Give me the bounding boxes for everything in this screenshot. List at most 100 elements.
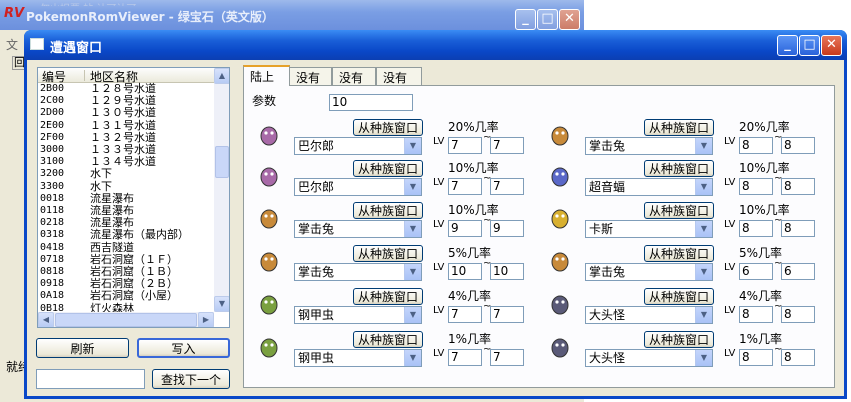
- species-window-button[interactable]: 从种族窗口: [644, 331, 714, 348]
- param-input[interactable]: 10: [329, 94, 413, 111]
- refresh-button[interactable]: 刷新: [36, 338, 129, 358]
- tab-none-1[interactable]: 没有: [289, 67, 332, 85]
- min-level-input[interactable]: 9: [448, 220, 482, 237]
- chevron-down-icon[interactable]: ▼: [404, 350, 421, 366]
- list-item[interactable]: 3200 水下: [38, 168, 216, 180]
- chevron-down-icon[interactable]: ▼: [404, 307, 421, 323]
- max-level-input[interactable]: 8: [781, 220, 815, 237]
- min-level-input[interactable]: 8: [739, 306, 773, 323]
- max-level-input[interactable]: 9: [490, 220, 524, 237]
- chevron-down-icon[interactable]: ▼: [695, 179, 712, 195]
- minimize-button[interactable]: _: [515, 9, 536, 30]
- list-item[interactable]: 0418 西吉隧道: [38, 241, 216, 254]
- list-item[interactable]: 0A18 岩石洞窟（小屋）: [38, 290, 216, 302]
- list-item[interactable]: 3300 水下: [38, 180, 216, 193]
- search-input[interactable]: [36, 369, 145, 389]
- close-button[interactable]: ✕: [559, 9, 580, 30]
- list-item[interactable]: 0318 流星瀑布（最内部）: [38, 229, 216, 241]
- pokemon-select[interactable]: 钢甲虫 ▼: [294, 349, 422, 367]
- dialog-maximize-button[interactable]: □: [799, 35, 820, 56]
- max-level-input[interactable]: 7: [490, 137, 524, 154]
- list-item[interactable]: 0718 岩石洞窟（１Ｆ）: [38, 253, 216, 266]
- species-window-button[interactable]: 从种族窗口: [644, 245, 714, 262]
- chevron-down-icon[interactable]: ▼: [695, 138, 712, 154]
- tab-none-3[interactable]: 没有: [376, 67, 422, 85]
- pokemon-select[interactable]: 巴尔郎 ▼: [294, 178, 422, 196]
- lv-label: LV: [433, 136, 445, 147]
- max-level-input[interactable]: 8: [781, 137, 815, 154]
- min-level-input[interactable]: 10: [448, 263, 482, 280]
- species-window-button[interactable]: 从种族窗口: [353, 160, 423, 177]
- list-item[interactable]: 0018 流星瀑布: [38, 192, 216, 205]
- chevron-down-icon[interactable]: ▼: [404, 264, 421, 280]
- list-item-id: 3000: [40, 144, 65, 155]
- min-level-input[interactable]: 8: [739, 137, 773, 154]
- list-item[interactable]: 2F00 １３２号水道: [38, 131, 216, 144]
- dialog-titlebar[interactable]: 遭遇窗口 _ □ ✕: [24, 30, 847, 60]
- species-window-button[interactable]: 从种族窗口: [353, 245, 423, 262]
- pokemon-select[interactable]: 钢甲虫 ▼: [294, 306, 422, 324]
- scroll-right-button[interactable]: ▶: [198, 312, 214, 327]
- dialog-close-button[interactable]: ✕: [821, 35, 842, 56]
- list-horizontal-scrollbar[interactable]: ◀ ▶: [38, 312, 214, 327]
- min-level-input[interactable]: 7: [448, 306, 482, 323]
- chevron-down-icon[interactable]: ▼: [695, 264, 712, 280]
- species-window-button[interactable]: 从种族窗口: [644, 160, 714, 177]
- chevron-down-icon[interactable]: ▼: [404, 179, 421, 195]
- chevron-down-icon[interactable]: ▼: [695, 350, 712, 366]
- species-window-button[interactable]: 从种族窗口: [353, 331, 423, 348]
- chevron-down-icon[interactable]: ▼: [695, 221, 712, 237]
- species-window-button[interactable]: 从种族窗口: [353, 288, 423, 305]
- min-level-input[interactable]: 7: [448, 349, 482, 366]
- scroll-left-button[interactable]: ◀: [38, 312, 54, 327]
- header-divider: [84, 70, 85, 81]
- chevron-down-icon[interactable]: ▼: [404, 138, 421, 154]
- scroll-down-button[interactable]: ▼: [214, 296, 229, 312]
- max-level-input[interactable]: 7: [490, 349, 524, 366]
- list-vertical-scrollbar[interactable]: ▲ ▼: [214, 68, 229, 312]
- min-level-input[interactable]: 8: [739, 220, 773, 237]
- pokemon-select[interactable]: 巴尔郎 ▼: [294, 137, 422, 155]
- max-level-input[interactable]: 7: [490, 306, 524, 323]
- chevron-down-icon[interactable]: ▼: [695, 307, 712, 323]
- min-level-input[interactable]: 8: [739, 349, 773, 366]
- scroll-up-button[interactable]: ▲: [214, 68, 229, 84]
- tab-none-2[interactable]: 没有: [332, 67, 376, 85]
- area-list[interactable]: 编号 地区名称 2B00 １２８号水道 2C00 １２９号水道 2D00 １３０号水道 2E…: [37, 67, 230, 328]
- dialog-minimize-button[interactable]: _: [777, 35, 798, 56]
- chevron-down-icon[interactable]: ▼: [404, 221, 421, 237]
- max-level-input[interactable]: 6: [781, 263, 815, 280]
- pokemon-select[interactable]: 掌击兔 ▼: [294, 263, 422, 281]
- min-level-input[interactable]: 8: [739, 178, 773, 195]
- pokemon-select[interactable]: 掌击兔 ▼: [294, 220, 422, 238]
- tab-land[interactable]: 陆上: [243, 65, 290, 86]
- list-item[interactable]: 2E00 １３１号水道: [38, 119, 216, 132]
- max-level-input[interactable]: 8: [781, 306, 815, 323]
- pokemon-select[interactable]: 超音蝠 ▼: [585, 178, 713, 196]
- maximize-button[interactable]: □: [537, 9, 558, 30]
- hscroll-thumb[interactable]: [55, 313, 197, 327]
- pokemon-select[interactable]: 大头怪 ▼: [585, 306, 713, 324]
- species-window-button[interactable]: 从种族窗口: [353, 119, 423, 136]
- pokemon-select[interactable]: 掌击兔 ▼: [585, 137, 713, 155]
- min-level-input[interactable]: 7: [448, 137, 482, 154]
- species-window-button[interactable]: 从种族窗口: [353, 202, 423, 219]
- write-button[interactable]: 写入: [137, 338, 230, 358]
- species-window-button[interactable]: 从种族窗口: [644, 288, 714, 305]
- species-window-button[interactable]: 从种族窗口: [644, 202, 714, 219]
- min-level-input[interactable]: 7: [448, 178, 482, 195]
- max-level-input[interactable]: 10: [490, 263, 524, 280]
- max-level-input[interactable]: 8: [781, 349, 815, 366]
- menu-item-file[interactable]: 文: [6, 36, 18, 53]
- list-item[interactable]: 2D00 １３０号水道: [38, 107, 216, 119]
- pokemon-select[interactable]: 大头怪 ▼: [585, 349, 713, 367]
- pokemon-select[interactable]: 卡斯 ▼: [585, 220, 713, 238]
- species-window-button[interactable]: 从种族窗口: [644, 119, 714, 136]
- max-level-input[interactable]: 7: [490, 178, 524, 195]
- min-level-input[interactable]: 6: [739, 263, 773, 280]
- pokemon-select[interactable]: 掌击兔 ▼: [585, 263, 713, 281]
- max-level-input[interactable]: 8: [781, 178, 815, 195]
- scroll-thumb[interactable]: [215, 146, 229, 178]
- list-item[interactable]: 3100 １３４号水道: [38, 156, 216, 168]
- find-next-button[interactable]: 查找下一个: [152, 369, 230, 389]
